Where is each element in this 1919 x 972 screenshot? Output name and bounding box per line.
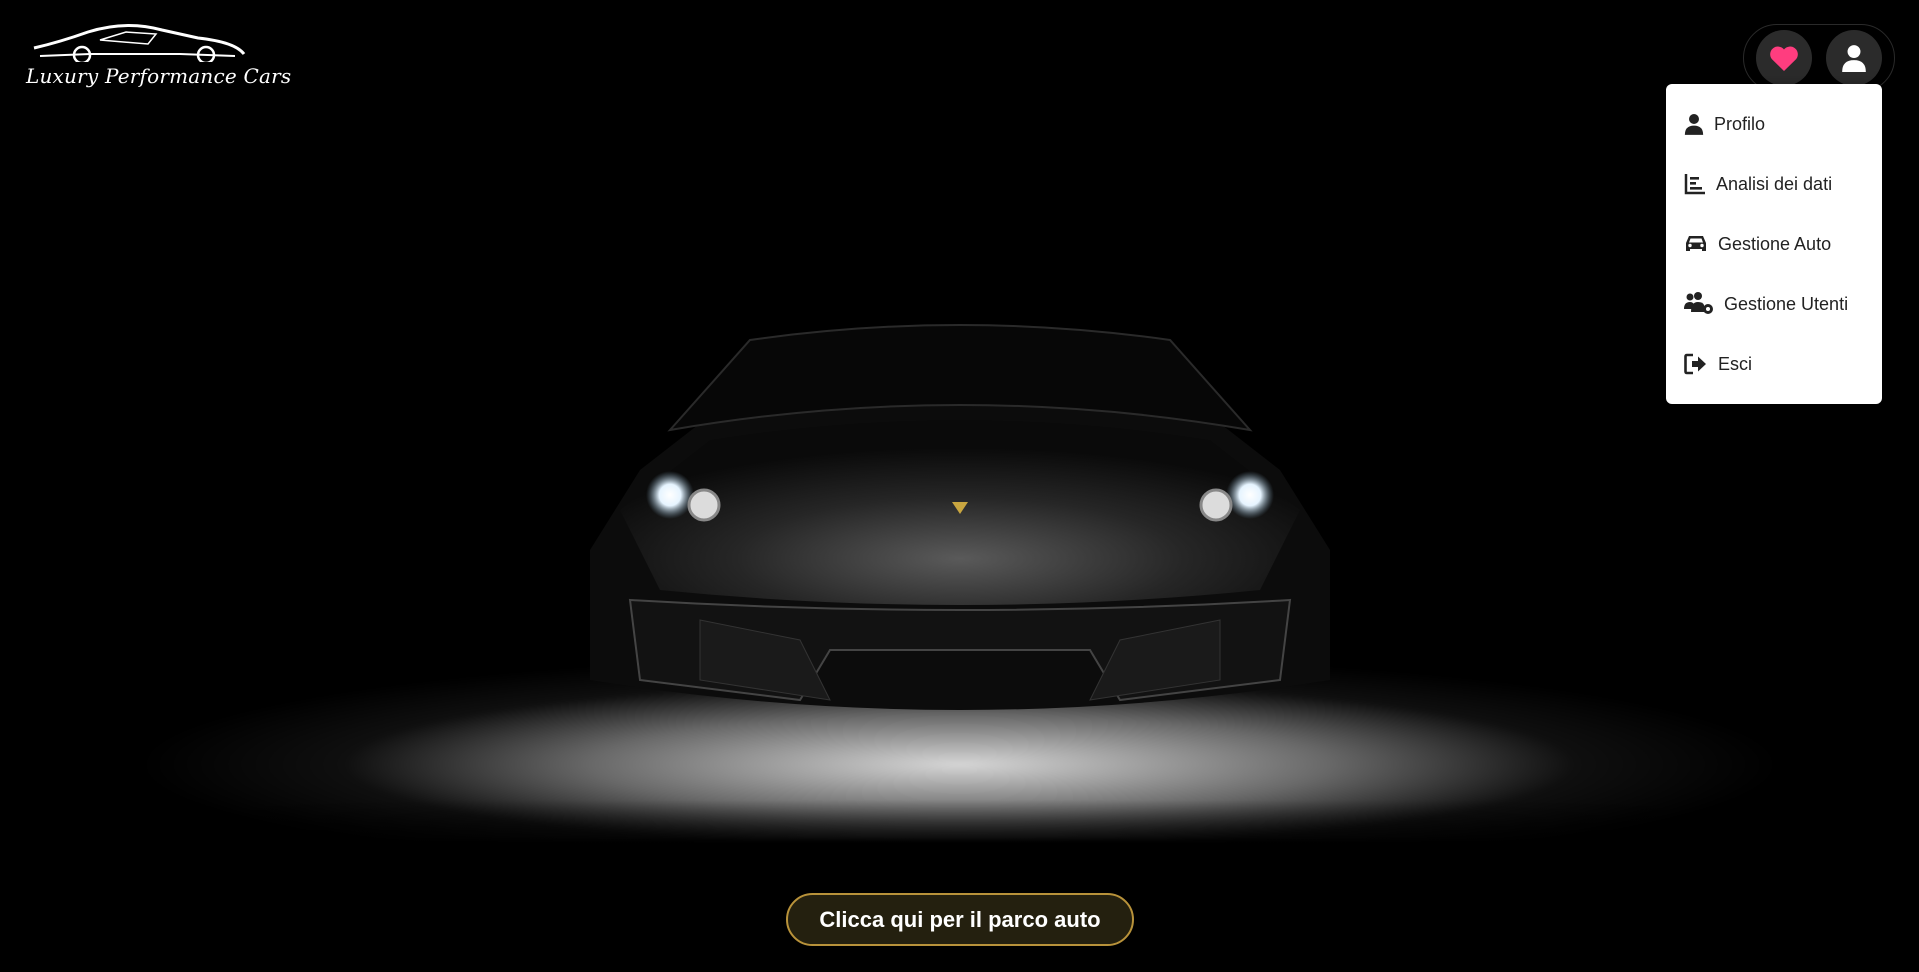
car-icon	[1686, 236, 1706, 251]
menu-item-label: Analisi dei dati	[1716, 173, 1833, 194]
logout-icon	[1684, 353, 1706, 375]
menu-item-label: Gestione Auto	[1718, 233, 1832, 254]
account-button[interactable]	[1826, 30, 1882, 86]
menu-item-profilo[interactable]: Profilo	[1684, 104, 1765, 144]
menu-item-esci[interactable]: Esci	[1684, 344, 1752, 384]
heart-icon	[1770, 46, 1798, 71]
menu-item-analisi-dati[interactable]: Analisi dei dati	[1684, 164, 1832, 204]
menu-item-label: Esci	[1718, 353, 1753, 374]
bar-chart-icon	[1684, 174, 1705, 195]
floor-fade	[0, 800, 1919, 860]
user-icon	[1684, 114, 1704, 135]
favorites-button[interactable]	[1756, 30, 1812, 86]
brand-logo[interactable]: Luxury Performance Cars	[24, 22, 291, 98]
menu-item-gestione-auto[interactable]: Gestione Auto	[1684, 224, 1831, 264]
car-fleet-button[interactable]: Clicca qui per il parco auto	[786, 893, 1134, 946]
hero-car-image	[590, 324, 1330, 710]
menu-item-label: Gestione Utenti	[1724, 293, 1849, 314]
account-dropdown-menu: Profilo Analisi dei dati Gestione Auto G…	[1666, 84, 1882, 404]
car-silhouette-logo-icon	[33, 23, 246, 62]
menu-item-gestione-utenti[interactable]: Gestione Utenti	[1684, 284, 1848, 324]
users-cog-icon	[1684, 292, 1713, 314]
menu-item-label: Profilo	[1714, 113, 1766, 134]
header-actions	[1743, 24, 1895, 92]
user-icon	[1842, 45, 1866, 72]
brand-name: Luxury Performance Cars	[26, 64, 292, 88]
hero-section	[0, 0, 1919, 972]
